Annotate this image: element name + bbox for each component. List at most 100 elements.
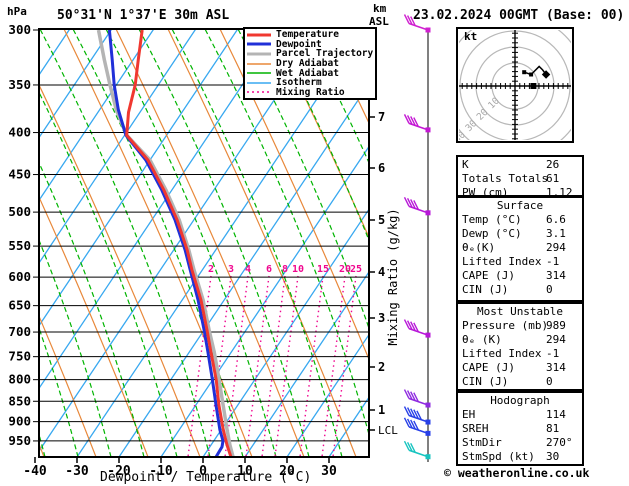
row-value: 0 bbox=[546, 282, 553, 297]
row-value: 294 bbox=[546, 332, 566, 347]
wind-barb bbox=[405, 114, 431, 132]
table-row: CAPE (J) 314 bbox=[458, 268, 582, 282]
row-label: StmDir bbox=[462, 435, 502, 450]
table-row: StmDir 270° bbox=[458, 435, 582, 449]
data-panel-surface: SurfaceTemp (°C) 6.6 Dewp (°C) 3.1θₑ(K)294L… bbox=[456, 196, 584, 302]
chart-legend: TemperatureDewpointParcel TrajectoryDry … bbox=[243, 27, 377, 100]
table-row: SREH 81 bbox=[458, 421, 582, 435]
page-title: 50°31'N 1°37'E 30m ASL bbox=[57, 8, 229, 23]
altitude-axis-unit-km: km bbox=[373, 2, 386, 15]
mixing-ratio-label: 2 bbox=[208, 264, 214, 275]
table-row: EH 114 bbox=[458, 407, 582, 421]
legend-swatch bbox=[247, 41, 271, 47]
table-row: Lifted Index -1 bbox=[458, 346, 582, 360]
legend-label: Temperature bbox=[276, 30, 339, 39]
wind-barb bbox=[405, 441, 431, 459]
table-row: Temp (°C) 6.6 bbox=[458, 212, 582, 226]
pressure-tick-label: 650 bbox=[8, 298, 31, 313]
mixing-ratio-label: 6 bbox=[266, 264, 272, 275]
row-label: CIN (J) bbox=[462, 282, 508, 297]
row-label: Pressure (mb) bbox=[462, 318, 548, 333]
wind-barb bbox=[405, 320, 431, 338]
table-row: Totals Totals61 bbox=[458, 171, 582, 185]
row-value: 270° bbox=[546, 435, 573, 450]
mixing-ratio-label: 8 bbox=[282, 264, 288, 275]
mixing-ratio-axis-label: Mixing Ratio (g/kg) bbox=[386, 202, 400, 352]
row-value: 114 bbox=[546, 407, 566, 422]
hodograph-trace-point bbox=[529, 73, 533, 77]
row-label: CAPE (J) bbox=[462, 360, 515, 375]
mixing-ratio-line bbox=[333, 276, 356, 457]
copyright: © weatheronline.co.uk bbox=[444, 466, 589, 480]
table-row: θₑ(K)294 bbox=[458, 240, 582, 254]
pressure-tick-label: 850 bbox=[8, 393, 31, 408]
isotherm-line bbox=[0, 29, 238, 457]
table-row: StmSpd (kt) 30 bbox=[458, 449, 582, 463]
legend-label: Isotherm bbox=[276, 78, 322, 87]
mixing-ratio-label: 4 bbox=[245, 264, 251, 275]
pressure-tick-label: 900 bbox=[8, 414, 31, 429]
row-label: SREH bbox=[462, 421, 489, 436]
row-label: StmSpd (kt) bbox=[462, 449, 535, 464]
row-value: 314 bbox=[546, 360, 566, 375]
panel-title: Hodograph bbox=[458, 393, 582, 407]
legend-swatch bbox=[247, 61, 271, 67]
legend-swatch bbox=[247, 80, 271, 86]
panel-title: Most Unstable bbox=[458, 304, 582, 318]
table-row: Lifted Index-1 bbox=[458, 254, 582, 268]
pressure-axis-unit: hPa bbox=[7, 5, 27, 18]
panel-title: Surface bbox=[458, 198, 582, 212]
row-value: 314 bbox=[546, 268, 566, 283]
pressure-tick-label: 450 bbox=[8, 167, 31, 182]
table-row: CAPE (J) 314 bbox=[458, 360, 582, 374]
legend-swatch bbox=[247, 70, 271, 76]
km-tick-label: 4 bbox=[378, 265, 385, 279]
pressure-tick-label: 800 bbox=[8, 372, 31, 387]
mixing-ratio-label: 25 bbox=[350, 264, 362, 275]
data-panel-most-unstable: Most UnstablePressure (mb)989θₑ (K)294Li… bbox=[456, 302, 584, 391]
row-value: 61 bbox=[546, 171, 559, 186]
table-row: θₑ (K)294 bbox=[458, 332, 582, 346]
row-label: EH bbox=[462, 407, 475, 422]
sounding-curves bbox=[99, 30, 234, 457]
legend-swatch bbox=[247, 89, 271, 95]
row-label: Totals Totals bbox=[462, 171, 548, 186]
km-tick-label: 1 bbox=[378, 403, 385, 417]
hodograph-trace-start bbox=[522, 70, 526, 74]
data-panel-hodograph: HodographEH114SREH81StmDir270°StmSpd (kt… bbox=[456, 391, 584, 466]
row-label: Dewp (°C) bbox=[462, 226, 522, 241]
legend-label: Dry Adiabat bbox=[276, 59, 339, 68]
row-label: Lifted Index bbox=[462, 254, 541, 269]
legend-swatch bbox=[247, 51, 271, 57]
pressure-tick-label: 600 bbox=[8, 269, 31, 284]
temp-tick-label: 30 bbox=[321, 464, 337, 479]
km-tick-label: 3 bbox=[378, 311, 385, 325]
hodograph-unit-label: kt bbox=[464, 30, 477, 43]
row-value: -1 bbox=[546, 346, 559, 361]
pressure-tick-label: 750 bbox=[8, 349, 31, 364]
row-value: 81 bbox=[546, 421, 559, 436]
table-row: CIN (J) 0 bbox=[458, 282, 582, 296]
km-tick-label: 7 bbox=[378, 110, 385, 124]
row-label: K bbox=[462, 157, 469, 172]
row-value: 3.1 bbox=[546, 226, 566, 241]
row-label: CAPE (J) bbox=[462, 268, 515, 283]
km-tick-label: 6 bbox=[378, 161, 385, 175]
row-value: 30 bbox=[546, 449, 559, 464]
wet-adiabat-line bbox=[7, 29, 177, 457]
pressure-tick-label: 300 bbox=[8, 22, 31, 37]
mixing-ratio-label: 3 bbox=[228, 264, 234, 275]
row-value: 26 bbox=[546, 157, 559, 172]
row-value: 0 bbox=[546, 374, 553, 389]
km-tick-label: 5 bbox=[378, 213, 385, 227]
storm-motion-marker bbox=[530, 83, 536, 89]
table-row: CIN (J)0 bbox=[458, 374, 582, 388]
row-value: 6.6 bbox=[546, 212, 566, 227]
pressure-tick-label: 500 bbox=[8, 204, 31, 219]
pressure-tick-label: 350 bbox=[8, 77, 31, 92]
mixing-ratio-label: 15 bbox=[317, 264, 329, 275]
row-label: Lifted Index bbox=[462, 346, 541, 361]
temp-tick-label: -40 bbox=[23, 464, 47, 479]
data-panel-indices: K26Totals Totals61PW (cm)1.12 bbox=[456, 155, 584, 197]
row-label: Temp (°C) bbox=[462, 212, 522, 227]
